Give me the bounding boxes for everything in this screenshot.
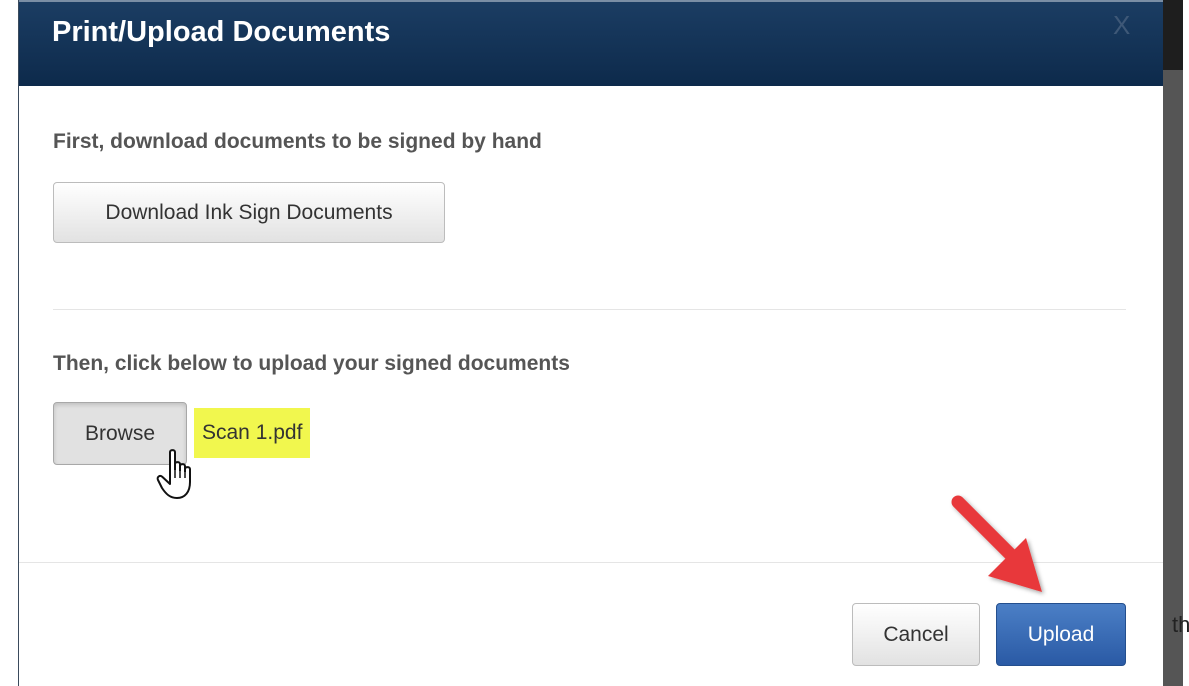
background-page-text: th: [1172, 612, 1189, 637]
screen: th Print/Upload Documents X First, downl…: [0, 0, 1189, 686]
dialog-title: Print/Upload Documents: [52, 16, 391, 48]
upload-instructions: Then, click below to upload your signed …: [53, 352, 570, 375]
browse-button-label: Browse: [84, 421, 156, 445]
section-divider: [53, 309, 1126, 310]
cancel-button[interactable]: Cancel: [852, 603, 980, 666]
download-button-label: Download Ink Sign Documents: [105, 200, 393, 224]
download-ink-sign-documents-button[interactable]: Download Ink Sign Documents: [53, 182, 445, 243]
close-icon[interactable]: X: [1113, 10, 1130, 41]
hand-pointer-icon: [156, 449, 191, 499]
scrollbar-track[interactable]: [1163, 0, 1183, 686]
upload-button-label: Upload: [1027, 622, 1095, 646]
scrollbar-thumb[interactable]: [1163, 0, 1183, 70]
upload-button[interactable]: Upload: [996, 603, 1126, 666]
dialog-header: Print/Upload Documents X: [19, 0, 1163, 86]
cancel-button-label: Cancel: [883, 622, 949, 646]
selected-file-name: Scan 1.pdf: [194, 408, 311, 458]
download-instructions: First, download documents to be signed b…: [53, 130, 542, 153]
red-arrow-icon: [951, 495, 1042, 592]
